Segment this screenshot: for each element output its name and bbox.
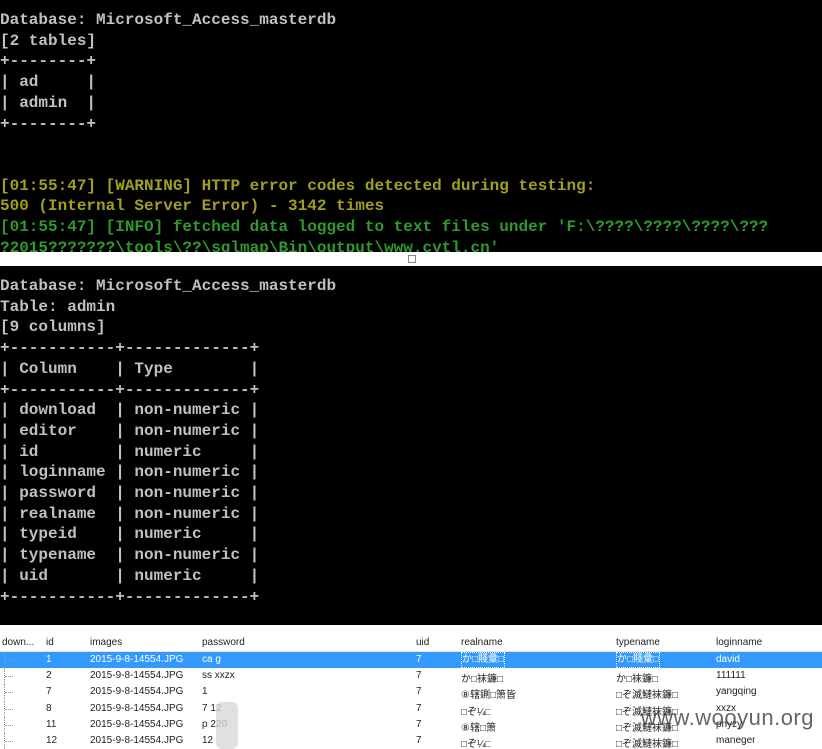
tree-connector-icon [4,700,17,717]
column-header-download[interactable]: down... [2,637,34,648]
column-header-typename[interactable]: typename [616,637,660,648]
cell-typename[interactable]: □ぞ滅鰱袜鐮□ [616,686,678,701]
watermark-text: www.wooyun.org [640,705,814,730]
column-header-realname[interactable]: realname [461,637,503,648]
cell-realname[interactable]: か□袜鐮□ [461,670,503,685]
cell-id[interactable]: 8 [46,703,52,714]
cell-images[interactable]: 2015-9-8-14554.JPG [90,670,183,681]
cell-loginname[interactable]: maneger [716,735,755,746]
terminal-bottom-line: +-----------+-------------+ [0,339,260,358]
column-header-images[interactable]: images [90,637,122,648]
cell-images[interactable]: 2015-9-8-14554.JPG [90,686,183,697]
cell-realname[interactable]: ⑧辖□箫 [461,719,496,734]
cell-uid[interactable]: 7 [416,703,422,714]
table-row[interactable]: 1 2015-9-8-14554.JPG ca g 7 か□賤彙□ か□賤彙□ david [0,652,822,668]
cell-typename[interactable]: □ぞ滅鰱袜鐮□ [616,735,678,749]
terminal-bottom-line: | editor | non-numeric | [0,421,260,440]
column-header-id[interactable]: id [46,637,54,648]
cell-images[interactable]: 2015-9-8-14554.JPG [90,654,183,665]
cell-loginname[interactable]: 111111 [716,670,746,681]
cell-uid[interactable]: 7 [416,719,422,730]
cell-password[interactable]: ss xxzx [202,670,235,681]
terminal-bottom-line: | loginname | non-numeric | [0,463,260,482]
splitter[interactable] [0,252,822,266]
cell-password[interactable]: ca g [202,654,221,665]
cell-id[interactable]: 1 [46,654,52,665]
cell-images[interactable]: 2015-9-8-14554.JPG [90,735,183,746]
cell-uid[interactable]: 7 [416,735,422,746]
terminal-top-line: [01:55:47] [WARNING] HTTP error codes de… [0,176,596,195]
cell-realname[interactable]: か□賤彙□ [461,652,506,668]
terminal-top-line: +--------+ [0,52,97,71]
cell-uid[interactable]: 7 [416,654,422,665]
terminal-bottom-line: Table: admin [0,297,116,316]
results-grid[interactable]: down... id images password uid realname typena… [0,635,822,749]
terminal-top-line: [2 tables] [0,31,97,50]
terminal-output-columns: Database: Microsoft_Access_masterdb Table… [0,266,822,625]
terminal-top-line: | ad | [0,73,97,92]
cell-uid[interactable]: 7 [416,670,422,681]
splitter-handle[interactable] [408,255,416,263]
terminal-bottom-line: +-----------+-------------+ [0,380,260,399]
terminal-top-line: ?2015???????\tools\??\sqlmap\Bin\output\… [0,238,500,252]
terminal-top-line: [01:55:47] [INFO] fetched data logged to… [0,218,769,236]
table-row[interactable]: 7 2015-9-8-14554.JPG 1 7 ⑧辖鍘□箫皆 □ぞ滅鰱袜鐮□ yangqi… [0,684,822,701]
terminal-output-tables: Database: Microsoft_Access_masterdb [2 ta… [0,0,822,252]
table-row[interactable]: 2 2015-9-8-14554.JPG ss xxzx 7 か□袜鐮□ か□袜鐮□ 111… [0,668,822,685]
cell-typename[interactable]: か□賤彙□ [616,652,661,668]
table-row[interactable]: 12 2015-9-8-14554.JPG 12 7 □ぞ¼□ □ぞ滅鰱袜鐮□ manege… [0,733,822,749]
cell-realname[interactable]: □ぞ¼□ [461,703,491,718]
column-header-password[interactable]: password [202,637,245,648]
tree-connector-icon [4,716,17,733]
cell-loginname[interactable]: david [716,654,740,665]
redaction-smudge [216,702,238,749]
grid-header-row: down... id images password uid realname typena… [0,635,822,652]
terminal-top-line: Database: Microsoft_Access_masterdb [0,11,337,29]
cell-realname[interactable]: □ぞ¼□ [461,735,491,749]
terminal-top-line: 500 (Internal Server Error) - 3142 times [0,197,385,216]
cell-id[interactable]: 11 [46,719,56,730]
terminal-top-line: +--------+ [0,114,97,133]
terminal-bottom-line: | typename | non-numeric | [0,546,260,565]
terminal-bottom-line: [9 columns] [0,318,106,337]
terminal-bottom-line: Database: Microsoft_Access_masterdb [0,277,337,295]
column-header-uid[interactable]: uid [416,637,429,648]
cell-loginname[interactable]: yangqing [716,686,757,697]
terminal-bottom-line: | Column | Type | [0,359,260,378]
cell-images[interactable]: 2015-9-8-14554.JPG [90,719,183,730]
tree-connector-icon [4,668,17,685]
terminal-top-line: | admin | [0,93,97,112]
cell-id[interactable]: 7 [46,686,52,697]
cell-realname[interactable]: ⑧辖鍘□箫皆 [461,686,516,701]
cell-id[interactable]: 2 [46,670,52,681]
tree-connector-icon [4,733,17,749]
tree-connector-icon [4,652,17,668]
terminal-bottom-line: | uid | numeric | [0,566,260,585]
terminal-bottom-line: | typeid | numeric | [0,525,260,544]
column-header-loginname[interactable]: loginname [716,637,762,648]
cell-password[interactable]: 1 [202,686,208,697]
cell-typename[interactable]: か□袜鐮□ [616,670,658,685]
cell-password[interactable]: 12 [202,735,213,746]
cell-images[interactable]: 2015-9-8-14554.JPG [90,703,183,714]
terminal-bottom-line: | realname | non-numeric | [0,504,260,523]
terminal-bottom-line: +-----------+-------------+ [0,587,260,606]
cell-uid[interactable]: 7 [416,686,422,697]
terminal-bottom-line: | id | numeric | [0,442,260,461]
terminal-bottom-line: | password | non-numeric | [0,484,260,502]
cell-id[interactable]: 12 [46,735,57,746]
terminal-bottom-line: | download | non-numeric | [0,401,260,420]
tree-connector-icon [4,684,17,701]
